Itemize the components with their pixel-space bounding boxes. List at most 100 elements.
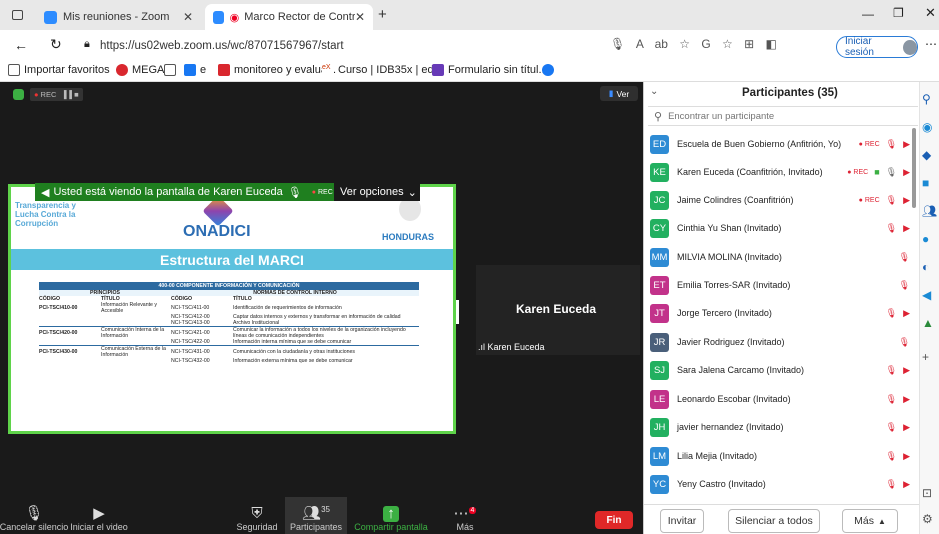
shield-icon: [13, 89, 24, 100]
video-off-icon: ▶: [903, 421, 910, 432]
video-off-icon: ▶: [903, 222, 910, 233]
slide-title: Estructura del MARCI: [160, 251, 304, 268]
office-icon[interactable]: ◐: [922, 260, 929, 274]
avatar: JT: [650, 303, 669, 323]
org-line2: Lucha Contra la: [15, 210, 76, 219]
list-item[interactable]: YC Yeny Castro (Invitado) 🎙︎ ▶: [650, 471, 910, 497]
list-item[interactable]: KE Karen Euceda (Coanfitrión, Invitado) ● …: [650, 159, 910, 185]
table-row: PCI-TSC/430-00 Comunicación Externa de la…: [39, 345, 419, 358]
avatar: MM: [650, 247, 669, 267]
mic-off-icon: 🎙︎: [885, 138, 898, 149]
participant-search[interactable]: ⚲: [648, 106, 918, 126]
view-button[interactable]: ▮ Ver: [600, 86, 638, 101]
games-icon[interactable]: ●: [922, 232, 929, 246]
add-icon[interactable]: +: [922, 350, 929, 364]
mic-off-icon: 🎙︎: [885, 393, 898, 404]
messenger-icon: [542, 64, 554, 76]
people-icon[interactable]: 👥︎: [922, 204, 937, 218]
shopping-icon[interactable]: ■: [922, 176, 929, 190]
minimize-button[interactable]: —: [862, 7, 874, 21]
favorite-messenger[interactable]: [542, 64, 558, 76]
share-icon: ■: [874, 167, 880, 177]
close-tab-icon[interactable]: ✕: [355, 10, 365, 24]
more-dots-icon: ⋯ 4: [453, 505, 477, 522]
mic-off-icon: 🎙︎: [898, 336, 910, 347]
video-off-icon: ▶: [903, 307, 910, 318]
mic-off-icon: 🎙︎: [885, 450, 898, 461]
security-button[interactable]: ⛨ Seguridad: [232, 497, 282, 534]
favorite-doc[interactable]: [164, 64, 180, 76]
mic-muted-icon: 🎙︎: [287, 186, 302, 199]
list-item[interactable]: JR Javier Rodriguez (Invitado) 🎙︎: [650, 329, 910, 355]
video-button[interactable]: ▶ Iniciar el video: [68, 497, 130, 534]
mic-off-icon: 🎙︎: [885, 478, 898, 489]
rec-badge: ● REC: [847, 168, 869, 176]
more-button[interactable]: ⋯ 4 Más: [445, 497, 485, 534]
end-meeting-button[interactable]: Fin: [595, 511, 633, 529]
list-item[interactable]: CY Cinthia Yu Shan (Invitado) 🎙︎ ▶: [650, 215, 910, 241]
refresh-icon[interactable]: ↻: [50, 36, 62, 53]
send-icon[interactable]: ◀: [922, 288, 931, 302]
tab-marco-rector[interactable]: ◉ Marco Rector de Control Int ✕: [205, 4, 373, 30]
list-item[interactable]: SJ Sara Jalena Carcamo (Invitado) 🎙︎ ▶: [650, 357, 910, 383]
close-tab-icon[interactable]: ✕: [183, 10, 193, 24]
favorite-mega[interactable]: MEGA: [116, 64, 164, 76]
invite-button[interactable]: Invitar: [660, 509, 704, 533]
list-item[interactable]: JT Jorge Tercero (Invitado) 🎙︎ ▶: [650, 300, 910, 326]
close-window-button[interactable]: ✕: [925, 5, 936, 21]
panel-more-button[interactable]: Más ▲: [842, 509, 898, 533]
avatar: LE: [650, 389, 669, 409]
avatar: SJ: [650, 360, 669, 380]
mic-off-icon: 🎙︎: [898, 279, 910, 290]
favorite-formulario[interactable]: Formulario sin títul...: [432, 64, 548, 76]
participants-button[interactable]: 👥︎35 Participantes: [285, 497, 347, 534]
video-off-icon: ▶: [903, 450, 910, 461]
honduras-label: HONDURAS: [382, 232, 435, 242]
back-icon[interactable]: ←: [14, 37, 28, 53]
list-item[interactable]: JH javier hernandez (Invitado) 🎙︎ ▶: [650, 414, 910, 440]
table-row: NCI-TSC/432-00 Información externa mínima…: [171, 358, 353, 364]
view-options-button[interactable]: Ver opciones ⌄: [334, 183, 420, 201]
mute-all-button[interactable]: Silenciar a todos: [728, 509, 820, 533]
bing-icon[interactable]: ◉: [922, 120, 932, 134]
tab-actions-icon[interactable]: [12, 10, 23, 20]
more-options-icon[interactable]: ⋯: [925, 37, 937, 51]
favorite-edx[interactable]: eX Curso | IDB35x | edX: [322, 64, 441, 76]
search-input[interactable]: [668, 110, 889, 122]
favorite-monitoreo[interactable]: monitoreo y evalua...: [218, 64, 336, 76]
settings-icon[interactable]: ⚙: [922, 512, 933, 526]
mic-off-icon: 🎙︎: [885, 364, 898, 375]
slide-title-band: Estructura del MARCI: [11, 249, 453, 270]
org-line1: Transparencia y: [15, 201, 76, 210]
tree-icon[interactable]: ▲: [922, 316, 934, 330]
panel-scrollbar[interactable]: [912, 128, 916, 208]
list-item[interactable]: ED Escuela de Buen Gobierno (Anfitrión, Y…: [650, 131, 910, 157]
restore-button[interactable]: ❐: [893, 6, 904, 20]
video-off-icon: ▶: [903, 166, 910, 177]
mic-off-icon: 🎙︎: [898, 251, 910, 262]
panel-icon[interactable]: ⊡: [922, 486, 932, 500]
rec-indicator[interactable]: ● REC ▐▐ ■: [30, 88, 83, 101]
tag-icon[interactable]: ◆: [922, 148, 931, 162]
list-item[interactable]: LM Lilia Mejia (Invitado) 🎙︎ ▶: [650, 443, 910, 469]
list-item[interactable]: ET Emilia Torres-SAR (Invitado) 🎙︎: [650, 272, 910, 298]
org-line3: Corrupción: [15, 219, 59, 228]
tab-mis-reuniones[interactable]: Mis reuniones - Zoom ✕: [36, 4, 201, 30]
search-icon[interactable]: ⚲: [922, 92, 931, 106]
signin-button[interactable]: Iniciar sesión: [836, 36, 918, 58]
new-tab-button[interactable]: +: [378, 6, 387, 23]
list-item[interactable]: LE Leonardo Escobar (Invitado) 🎙︎ ▶: [650, 386, 910, 412]
list-item[interactable]: MM MILVIA MOLINA (Invitado) 🎙︎: [650, 244, 910, 270]
chevron-down-icon: ⌄: [407, 186, 417, 199]
favorite-facebook[interactable]: e: [184, 64, 206, 76]
mute-button[interactable]: 🎙︎ Cancelar silencio: [0, 497, 68, 534]
share-screen-button[interactable]: ↑ Compartir pantalla: [354, 497, 428, 534]
favorite-import[interactable]: Importar favoritos: [8, 64, 110, 76]
list-item[interactable]: JC Jaime Colindres (Coanfitrión) ● REC 🎙︎ ▶: [650, 187, 910, 213]
mic-icon: 🎙︎: [885, 166, 898, 177]
search-icon: ⚲: [654, 110, 663, 123]
forms-icon: [432, 64, 444, 76]
splitter-handle[interactable]: [456, 300, 459, 324]
collapse-panel-icon[interactable]: ⌄: [650, 86, 658, 97]
rec-badge: ● REC: [858, 140, 880, 148]
